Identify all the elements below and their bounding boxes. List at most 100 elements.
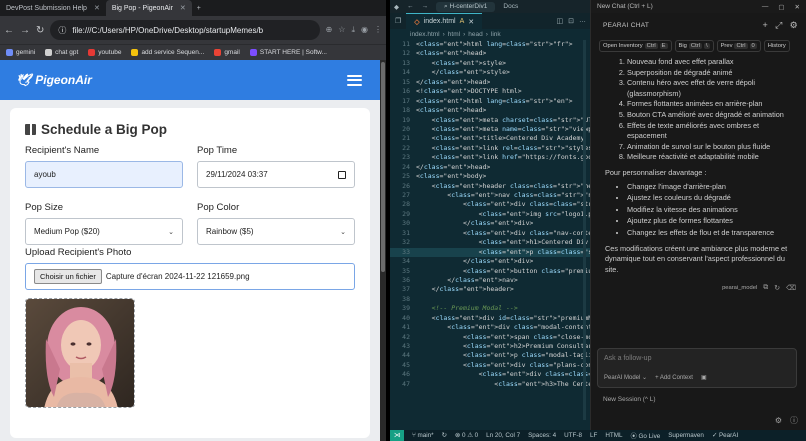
big-button[interactable]: Big Ctrl \: [674, 40, 714, 52]
command-center[interactable]: ⌕ H-centerDiv1: [436, 1, 496, 12]
explorer-icon[interactable]: ❐: [390, 17, 406, 25]
code-line[interactable]: 43 <class="ent">h2>Premium Consultar: [390, 342, 590, 351]
brand-logo[interactable]: 🕊 PigeonAir: [16, 73, 92, 87]
sync-icon[interactable]: ↻: [442, 432, 447, 439]
tab-index-html[interactable]: ◇ index.html A ✕: [406, 13, 483, 29]
model-select[interactable]: PearAI Model ⌄: [604, 374, 647, 381]
language-mode[interactable]: HTML: [605, 432, 622, 439]
code-line[interactable]: 47 <class="ent">h3>The Cente: [390, 380, 590, 389]
bookmark-youtube[interactable]: youtube: [88, 49, 121, 56]
code-line[interactable]: 25 <class="ent">body>: [390, 172, 590, 181]
code-line[interactable]: 12 <class="ent">head>: [390, 49, 590, 58]
reload-icon[interactable]: ↻: [36, 25, 44, 36]
code-area[interactable]: 11 <class="ent">html lang=class="str">"fr…: [390, 40, 590, 389]
address-bar[interactable]: ⓘ file:///C:/Users/HP/OneDrive/Desktop/s…: [50, 20, 320, 40]
indentation[interactable]: Spaces: 4: [528, 432, 556, 439]
code-line[interactable]: 31 <class="ent">div class="nav-conte: [390, 229, 590, 238]
add-context-button[interactable]: + Add Context: [655, 375, 693, 381]
photo-file-input[interactable]: Choisir un fichier Capture d'écran 2024-…: [25, 263, 355, 290]
close-tab-icon[interactable]: ✕: [180, 4, 186, 12]
encoding[interactable]: UTF-8: [564, 432, 582, 439]
layout-icon[interactable]: ⊡: [568, 17, 574, 25]
code-line[interactable]: 39 <!-- Premium Modal -->: [390, 304, 590, 313]
help-icon[interactable]: ⓘ: [790, 415, 798, 426]
profile-icon[interactable]: ◉: [361, 25, 368, 35]
pearai-status[interactable]: ✓ PearAI: [712, 432, 738, 439]
minimize-icon[interactable]: —: [762, 3, 769, 10]
code-line[interactable]: 17 <class="ent">html lang=class="str">"en…: [390, 97, 590, 106]
cursor-position[interactable]: Ln 20, Col 7: [486, 432, 520, 439]
code-line[interactable]: 21 <class="ent">title>Centered Div Acade…: [390, 134, 590, 143]
code-line[interactable]: 30 </class="ent">div>: [390, 219, 590, 228]
line-ending[interactable]: LF: [590, 432, 597, 439]
supermaven-status[interactable]: Supermaven: [668, 432, 704, 439]
forward-icon[interactable]: →: [20, 25, 30, 36]
new-chat-icon[interactable]: +: [763, 20, 769, 31]
code-line[interactable]: 37 </class="ent">header>: [390, 285, 590, 294]
problems-status[interactable]: ⊗ 0 ⚠ 0: [455, 432, 478, 439]
close-tab-icon[interactable]: ✕: [94, 4, 100, 12]
star-icon[interactable]: ☆: [338, 25, 345, 35]
pop-color-select[interactable]: Rainbow ($5) ⌄: [197, 218, 355, 245]
crumb-head[interactable]: head: [468, 31, 482, 38]
code-line[interactable]: 19 <class="ent">meta charset=class="str"…: [390, 116, 590, 125]
delete-icon[interactable]: ⌫: [786, 284, 796, 292]
crumb-html[interactable]: html: [448, 31, 460, 38]
back-icon[interactable]: ←: [4, 25, 14, 36]
code-line[interactable]: 35 <class="ent">button class="premiu: [390, 267, 590, 276]
more-actions-icon[interactable]: …: [579, 17, 586, 25]
new-session-button[interactable]: New Session (^ L): [603, 396, 656, 403]
code-line[interactable]: 41 <class="ent">div class="modal-content: [390, 323, 590, 332]
split-editor-icon[interactable]: ◫: [557, 17, 564, 25]
calendar-icon[interactable]: [338, 170, 346, 179]
choose-file-button[interactable]: Choisir un fichier: [34, 269, 102, 284]
code-line[interactable]: 15 </class="ent">head>: [390, 78, 590, 87]
remote-icon[interactable]: ⋊: [390, 430, 404, 441]
followup-input[interactable]: Ask a follow-up PearAI Model ⌄ + Add Con…: [597, 348, 797, 388]
code-line[interactable]: 42 <class="ent">span class="close-mo: [390, 333, 590, 342]
expand-icon[interactable]: ⤢: [775, 20, 783, 31]
code-line[interactable]: 44 <class="ent">p class="modal-tagli: [390, 351, 590, 360]
pop-time-input[interactable]: 29/11/2024 03:37: [197, 161, 355, 188]
bookmark-gmail[interactable]: gmail: [214, 49, 240, 56]
hamburger-menu-icon[interactable]: [347, 74, 362, 86]
code-line[interactable]: 26 <class="ent">header class=class="str"…: [390, 182, 590, 191]
code-line[interactable]: 27 <class="ent">nav class=class="str">"n…: [390, 191, 590, 200]
pop-size-select[interactable]: Medium Pop ($20) ⌄: [25, 218, 183, 245]
maximize-icon[interactable]: ▢: [778, 3, 784, 11]
code-line[interactable]: 23 <class="ent">link href="https://fonts…: [390, 153, 590, 162]
menu-icon[interactable]: ⋮: [374, 25, 382, 35]
code-line[interactable]: 46 <class="ent">div class=class="str">"p…: [390, 370, 590, 379]
docs-menu[interactable]: Docs: [503, 3, 518, 10]
editor-scrollbar[interactable]: [583, 40, 586, 420]
code-line[interactable]: 22 <class="ent">link rel=class="str">"st…: [390, 144, 590, 153]
tab-devpost[interactable]: DevPost Submission Help ✕: [0, 0, 106, 16]
new-chat-hint[interactable]: New Chat (Ctrl + L): [597, 3, 653, 10]
settings-gear-icon[interactable]: ⚙: [775, 416, 782, 425]
close-window-icon[interactable]: ✕: [795, 3, 800, 11]
code-line[interactable]: 45 <class="ent">div class="plans-con: [390, 361, 590, 370]
crumb-file[interactable]: index.html: [410, 31, 440, 38]
bookmark-chatgpt[interactable]: chat gpt: [45, 49, 78, 56]
retry-icon[interactable]: ↻: [774, 284, 780, 292]
code-line[interactable]: 14 </class="ent">style>: [390, 68, 590, 77]
prev-button[interactable]: Prev Ctrl 0: [716, 40, 761, 52]
code-line[interactable]: 34 </class="ent">div>: [390, 257, 590, 266]
bookmark-sequence[interactable]: add service Sequen...: [131, 49, 204, 56]
tab-big-pop[interactable]: Big Pop - PigeonAir ✕: [105, 0, 192, 16]
code-line[interactable]: 40 <class="ent">div id=class="str">"prem…: [390, 314, 590, 323]
nav-forward-icon[interactable]: →: [422, 3, 429, 10]
branch-status[interactable]: ⑂ main*: [412, 432, 434, 439]
new-tab-icon[interactable]: +: [192, 5, 206, 12]
bookmark-gemini[interactable]: gemini: [6, 49, 35, 56]
code-line[interactable]: 28 <class="ent">div class=class="str">"l…: [390, 200, 590, 209]
scrollbar-thumb[interactable]: [381, 62, 385, 272]
code-line[interactable]: 36 </class="ent">nav>: [390, 276, 590, 285]
go-live-button[interactable]: ⦿ Go Live: [630, 431, 660, 440]
history-button[interactable]: History: [763, 40, 790, 52]
code-line[interactable]: 13 <class="ent">style>: [390, 59, 590, 68]
code-line[interactable]: 29 <class="ent">img src="logo1.p: [390, 210, 590, 219]
code-line[interactable]: 16 <!class="ent">DOCTYPE html>: [390, 87, 590, 96]
code-line[interactable]: 11 <class="ent">html lang=class="str">"fr…: [390, 40, 590, 49]
code-line[interactable]: 20 <class="ent">meta name=class="str">"v…: [390, 125, 590, 134]
